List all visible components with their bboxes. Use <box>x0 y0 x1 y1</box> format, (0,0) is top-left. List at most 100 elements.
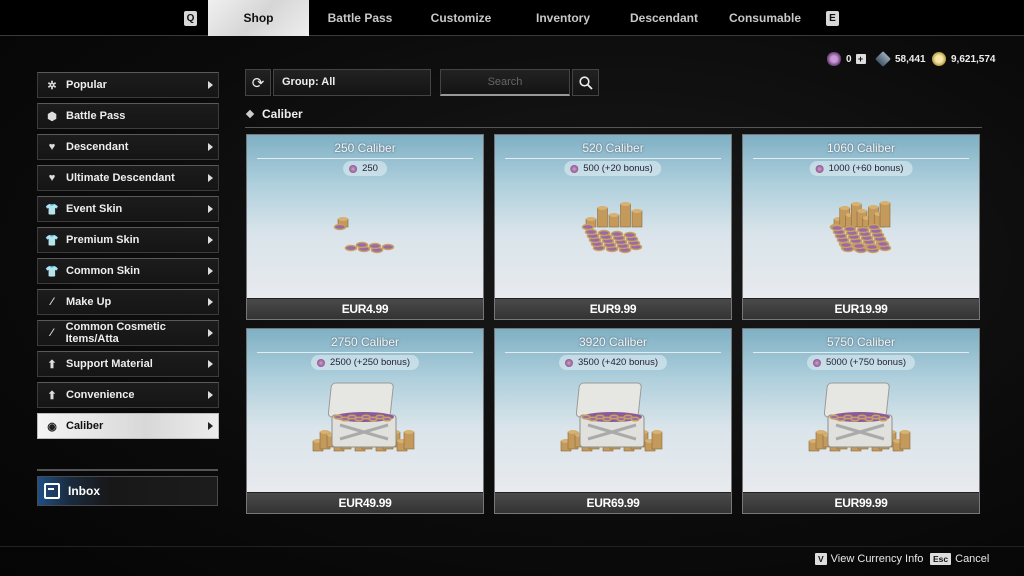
caliber-amount-badge: 500 (+20 bonus) <box>564 161 662 176</box>
sidebar-item-common-skin[interactable]: 👕 Common Skin <box>37 258 219 284</box>
sidebar-item-label: Descendant <box>66 141 129 153</box>
product-art <box>743 135 979 298</box>
top-nav: Q Shop Battle Pass Customize Inventory D… <box>0 0 1024 36</box>
tab-inventory[interactable]: Inventory <box>523 0 603 36</box>
search-input[interactable]: Search <box>440 69 570 96</box>
chevron-right-icon <box>208 298 213 306</box>
sidebar-item-label: Event Skin <box>66 203 123 215</box>
shop-screen: Q Shop Battle Pass Customize Inventory D… <box>0 0 1024 576</box>
sidebar-item-label: Common Cosmetic Items/Atta <box>65 321 166 345</box>
caliber-amount: 5000 (+750 bonus) <box>825 357 907 368</box>
tab-shop[interactable]: Shop <box>208 0 309 36</box>
add-caliber-button[interactable]: + <box>855 54 866 64</box>
cancel-hint[interactable]: Esc Cancel <box>930 553 989 565</box>
product-card[interactable]: 2750 Caliber 2500 (+250 bonus) EUR49.99 <box>246 328 484 514</box>
tab-customize[interactable]: Customize <box>421 0 501 36</box>
product-card[interactable]: 520 Caliber 500 (+20 bonus) EUR9.99 <box>494 134 732 320</box>
sidebar-item-common-cosmetic-items-atta[interactable]: ⁄ Common Cosmetic Items/Atta <box>37 320 219 346</box>
product-price: EUR19.99 <box>743 298 979 319</box>
product-price: EUR99.99 <box>743 492 979 513</box>
tab-consumable[interactable]: Consumable <box>725 0 805 36</box>
tab-descendant[interactable]: Descendant <box>624 0 704 36</box>
product-card[interactable]: 1060 Caliber 1000 (+60 bonus) EUR19.99 <box>742 134 980 320</box>
caliber-icon <box>827 52 841 66</box>
caliber-amount: 1000 (+60 bonus) <box>828 163 904 174</box>
shirt-icon: 👕 <box>45 203 59 216</box>
sidebar-item-label: Premium Skin <box>66 234 140 246</box>
product-title: 1060 Caliber <box>826 141 896 155</box>
product-art <box>495 135 731 298</box>
stars-icon: ✲ <box>47 79 57 92</box>
sidebar-item-label: Support Material <box>66 358 153 370</box>
view-currency-info-label: View Currency Info <box>830 553 924 565</box>
product-card[interactable]: 5750 Caliber 5000 (+750 bonus) EUR99.99 <box>742 328 980 514</box>
product-title: 5750 Caliber <box>826 335 896 349</box>
product-price: EUR4.99 <box>247 298 483 319</box>
section-header: Caliber <box>245 107 303 121</box>
v-key-icon: V <box>815 553 827 565</box>
search-icon <box>578 75 593 90</box>
tab-battle-pass[interactable]: Battle Pass <box>320 0 400 36</box>
crystal-value: 58,441 <box>895 53 926 65</box>
product-art <box>247 329 483 492</box>
cancel-label: Cancel <box>955 553 990 565</box>
chevron-right-icon <box>208 174 213 182</box>
shirt-icon: 👕 <box>45 234 59 247</box>
gold-coin-icon <box>932 52 946 66</box>
sidebar-item-convenience[interactable]: ⬆ Convenience <box>37 382 219 408</box>
refresh-button[interactable]: ⟳ <box>245 69 271 96</box>
product-card[interactable]: 3920 Caliber 3500 (+420 bonus) EUR69.99 <box>494 328 732 514</box>
chest-illustration <box>312 382 415 451</box>
support-icon: ⬆ <box>47 358 57 371</box>
chest-illustration <box>808 382 911 451</box>
sidebar-item-label: Popular <box>66 79 107 91</box>
sidebar-item-label: Common Skin <box>66 265 140 277</box>
sidebar-item-support-material[interactable]: ⬆ Support Material <box>37 351 219 377</box>
search-button[interactable] <box>572 69 599 96</box>
caliber-amount-badge: 2500 (+250 bonus) <box>310 355 420 370</box>
product-title: 520 Caliber <box>582 141 644 155</box>
sidebar-item-battle-pass[interactable]: ⬢ Battle Pass <box>37 103 219 129</box>
shirt-icon: 👕 <box>45 265 59 278</box>
coins-small-illustration <box>333 216 395 253</box>
product-title: 250 Caliber <box>334 141 396 155</box>
caliber-amount: 250 <box>362 163 378 174</box>
title-divider <box>505 158 721 159</box>
sidebar-item-premium-skin[interactable]: 👕 Premium Skin <box>37 227 219 253</box>
chevron-right-icon <box>208 236 213 244</box>
caliber-icon <box>812 358 821 367</box>
sidebar-item-caliber[interactable]: ◉ Caliber <box>37 413 219 439</box>
gold-balance: 9,621,574 <box>932 50 996 68</box>
group-filter-dropdown[interactable]: Group: All <box>273 69 431 96</box>
e-key-hint[interactable]: E <box>826 11 839 26</box>
title-divider <box>753 352 969 353</box>
sidebar-item-ultimate-descendant[interactable]: ♥ Ultimate Descendant <box>37 165 219 191</box>
caliber-amount: 500 (+20 bonus) <box>583 163 653 174</box>
inbox-button[interactable]: Inbox <box>37 476 218 506</box>
sidebar-divider <box>37 469 218 471</box>
sidebar-item-label: Convenience <box>66 389 135 401</box>
chevron-right-icon <box>208 422 213 430</box>
product-price: EUR69.99 <box>495 492 731 513</box>
view-currency-info-hint[interactable]: V View Currency Info <box>815 553 923 565</box>
sidebar-item-label: Caliber <box>66 420 104 432</box>
title-divider <box>753 158 969 159</box>
sidebar-item-descendant[interactable]: ♥ Descendant <box>37 134 219 160</box>
coins-medium-illustration <box>581 201 643 253</box>
sidebar-item-make-up[interactable]: ⁄ Make Up <box>37 289 219 315</box>
sidebar-item-event-skin[interactable]: 👕 Event Skin <box>37 196 219 222</box>
refresh-icon: ⟳ <box>251 74 265 92</box>
q-key-hint[interactable]: Q <box>184 11 197 26</box>
title-divider <box>257 352 473 353</box>
product-art <box>495 329 731 492</box>
product-card[interactable]: 250 Caliber 250 EUR4.99 <box>246 134 484 320</box>
section-divider <box>245 127 982 128</box>
support-icon: ⬆ <box>47 389 57 402</box>
chevron-right-icon <box>208 360 213 368</box>
chevron-right-icon <box>208 267 213 275</box>
product-art <box>247 135 483 298</box>
footer-divider <box>0 546 1024 547</box>
caliber-amount-badge: 1000 (+60 bonus) <box>809 161 913 176</box>
sidebar-item-popular[interactable]: ✲ Popular <box>37 72 219 98</box>
chevron-right-icon <box>208 143 213 151</box>
